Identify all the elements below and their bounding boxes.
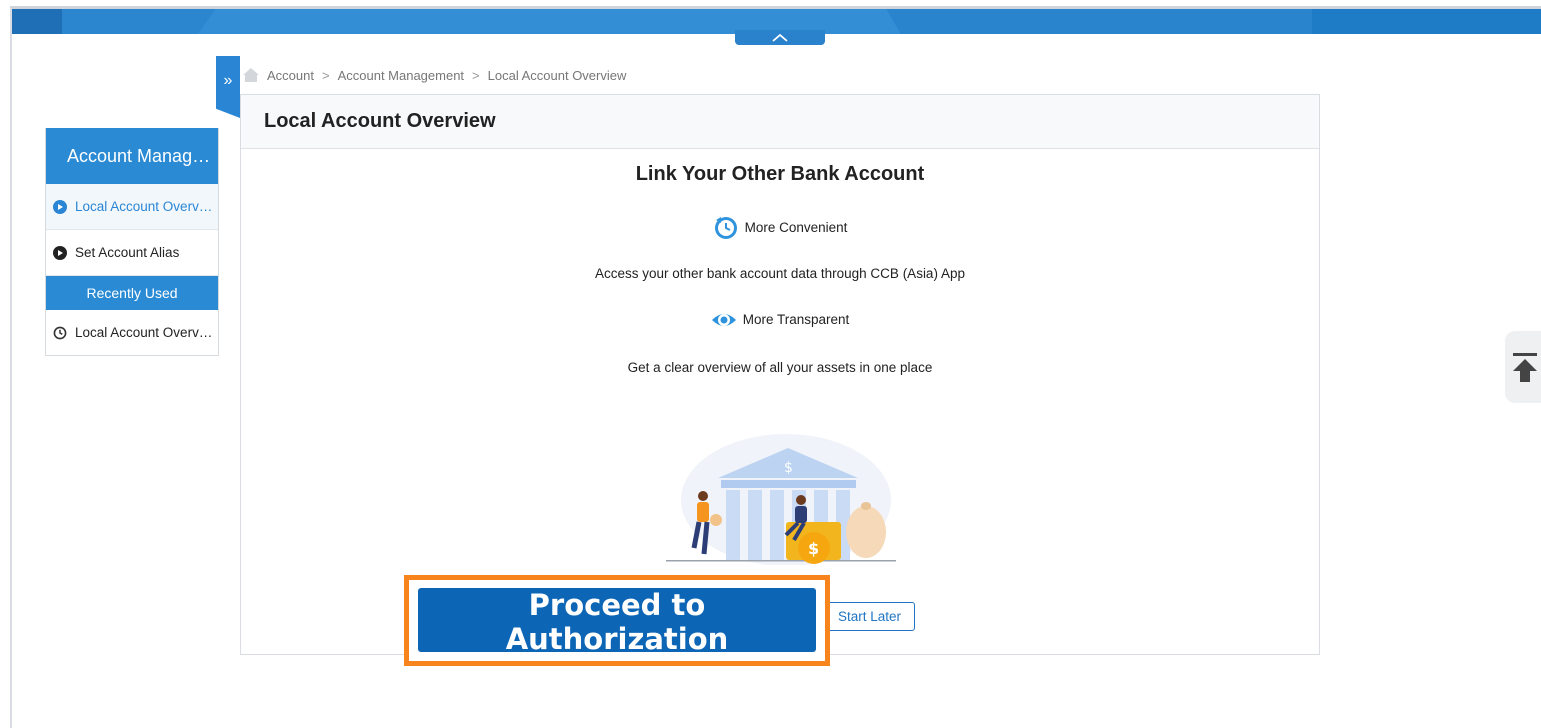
collapse-header-button[interactable] [735,30,825,45]
play-icon [53,199,67,214]
sidebar: Account Manag… Local Account Overv… Set … [45,128,219,356]
sidebar-item-label: Local Account Overv… [75,199,213,214]
eye-icon [711,314,736,326]
double-chevron-right-icon: » [223,72,233,89]
home-icon[interactable] [242,66,260,84]
breadcrumb-item-account-management[interactable]: Account Management [338,68,464,83]
breadcrumb-item-current: Local Account Overview [487,67,627,83]
main-card: Local Account Overview Link Your Other B… [240,94,1320,655]
breadcrumb-separator: > [321,67,330,83]
start-later-button[interactable]: Start Later [824,602,915,631]
feature-description: Get a clear overview of all your assets … [627,360,933,375]
sidebar-item-label: Set Account Alias [75,245,180,260]
feature-title: More Transparent [742,311,850,327]
recent-item-local-account-overview[interactable]: Local Account Overv… [46,310,218,355]
recent-item-label: Local Account Overv… [75,325,213,340]
sidebar-toggle[interactable]: » [216,56,240,118]
breadcrumb-item-account[interactable]: Account [267,68,314,83]
proceed-to-authorization-button[interactable]: Proceed to Authorization [418,588,816,656]
back-to-top-button[interactable] [1505,331,1541,403]
feature-transparent: More Transparent [241,308,1319,330]
bank-illustration: $ $ [666,434,896,565]
svg-text:$: $ [808,539,819,558]
chevron-up-icon [772,33,788,42]
sidebar-title[interactable]: Account Manag… [46,128,218,184]
clock-icon [53,326,67,339]
breadcrumb: Account > Account Management > Local Acc… [242,66,626,84]
svg-text:$: $ [784,460,793,476]
page-title: Local Account Overview [241,95,1319,149]
feature-title: More Convenient [744,219,848,235]
breadcrumb-separator: > [472,67,480,83]
section-title: Link Your Other Bank Account [635,163,925,185]
window-left-border [10,8,12,728]
feature-convenient: More Convenient [241,214,1319,240]
play-icon [53,245,67,260]
sidebar-item-local-account-overview[interactable]: Local Account Overv… [46,184,218,230]
recently-used-heading: Recently Used [46,276,218,310]
clock-icon [714,217,737,239]
sidebar-item-set-account-alias[interactable]: Set Account Alias [46,230,218,276]
arrow-up-to-top-icon [1513,353,1537,382]
feature-description: Access your other bank account data thro… [595,266,965,281]
